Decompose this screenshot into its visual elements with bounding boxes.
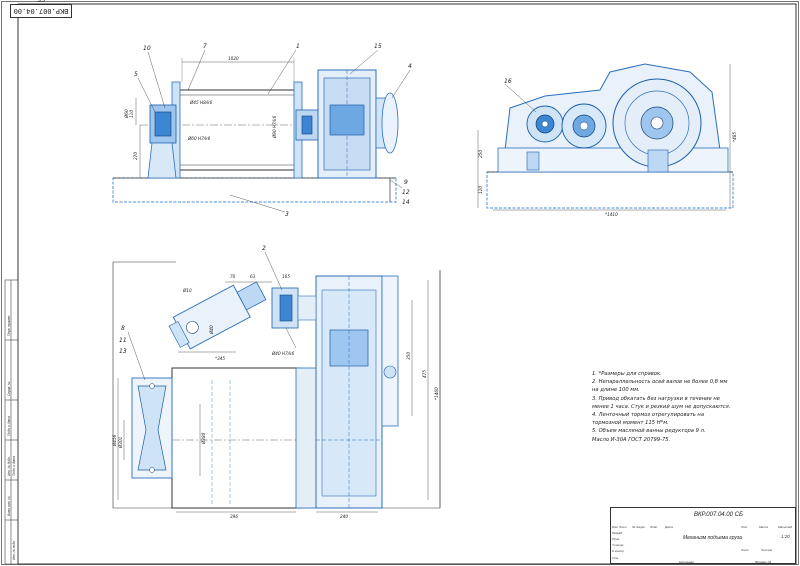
tb-row: № докум. — [632, 525, 646, 529]
title-block-copy: Копировал — [679, 560, 694, 564]
dim-fit-45: Ø45 H8/k6 — [189, 100, 213, 105]
brake-plan — [381, 275, 399, 427]
dim-fit-40: Ø40 H7/k6 — [271, 351, 295, 356]
dim-1460: *1460 — [434, 387, 439, 400]
side-view — [477, 63, 734, 211]
tb-row: Н.контр. — [612, 549, 625, 553]
title-block-sheets: Листов — [761, 548, 772, 552]
callout-9: 9 — [404, 179, 408, 186]
callout-5: 5 — [134, 71, 138, 78]
dim-fit-90: Ø90 H7/k6 — [272, 115, 277, 139]
side-strip-label: Справ. № — [7, 381, 11, 397]
dim-240: 240 — [340, 514, 348, 519]
dim-120: 120 — [478, 186, 483, 194]
motor-plan — [168, 281, 267, 350]
dim-70: 70 — [230, 274, 236, 279]
dim-350: 350 — [406, 352, 411, 360]
callout-14: 14 — [402, 199, 410, 206]
title-block-scale: 1:20 — [781, 534, 790, 539]
dim-o456: Ø456 — [112, 434, 117, 447]
tb-row: Дата — [665, 525, 673, 529]
dim-475: 475 — [422, 370, 427, 378]
tb-row: Лист — [619, 525, 627, 529]
note-line: Масло И-30А ГОСТ 20799-75. — [592, 436, 671, 443]
title-block-scale-label: Масштаб — [778, 525, 793, 529]
note-line: 5. Объем масляной ванны редуктора 9 л. — [592, 428, 706, 435]
note-line: на длине 100 мм. — [592, 387, 640, 394]
callout-13: 13 — [119, 348, 127, 355]
tb-row: Изм. — [612, 525, 619, 529]
corner-stamp: ВКР.007.04.00 СБ — [10, 0, 72, 18]
dim-396: 396 — [230, 514, 238, 519]
dim-345: *345 — [215, 356, 225, 361]
callout-10: 10 — [143, 45, 151, 52]
callout-4: 4 — [408, 63, 412, 70]
drawing-sheet: 10 7 1 15 4 5 16 9 12 14 3 2 8 11 13 102… — [1, 1, 799, 565]
title-block-sheet: Лист — [741, 548, 749, 552]
dim-63: 63 — [250, 274, 256, 279]
dim-1020: 1020 — [228, 56, 239, 61]
side-strip-label: Инв. № подл. — [12, 540, 16, 560]
side-strip-label: Инв. № дубл. — [7, 456, 11, 476]
dim-110: 110 — [129, 110, 134, 118]
note-line: 4. Ленточный тормоз отрегулировать на — [592, 412, 704, 419]
note-line: 2. Непараллельность осей валов не более … — [592, 379, 728, 386]
tb-row: Утв. — [612, 556, 619, 560]
side-strip-label: Подп. и дата — [12, 456, 16, 476]
title-block: ВКР.007.04.00 СБ Механизм подъема груза … — [610, 507, 796, 564]
dim-485: *485 — [732, 132, 737, 142]
side-strip-label: Взам. инв. № — [7, 496, 11, 516]
title-block-code: ВКР.007.04.00 СБ — [694, 512, 743, 518]
technical-requirements: 1. *Размеры для справок. 2. Непараллельн… — [592, 370, 782, 444]
side-strip-label: Перв. примен. — [7, 314, 11, 336]
dim-o60: Ø60 — [124, 109, 129, 119]
tb-row: Т.контр. — [612, 543, 625, 547]
callout-11: 11 — [119, 337, 127, 344]
callout-16: 16 — [504, 78, 512, 85]
title-block-format: Формат А1 — [755, 560, 772, 564]
dim-o301: Ø301 — [118, 436, 123, 449]
note-line: 1. *Размеры для справок. — [592, 371, 662, 377]
callout-7: 7 — [203, 43, 207, 50]
motor-flange — [381, 92, 399, 154]
dim-250: 250 — [478, 150, 483, 158]
side-strip-label: Подп. и дата — [7, 416, 11, 436]
dim-165: 165 — [282, 274, 290, 279]
base-plate — [112, 177, 397, 203]
title-block-name: Механизм подъема груза — [683, 535, 742, 541]
side-base — [486, 171, 734, 209]
dim-o380: Ø380 — [201, 432, 206, 445]
dim-1410: *1410 — [605, 212, 618, 217]
plan-view — [112, 251, 441, 513]
front-view — [112, 49, 411, 213]
dim-270: 270 — [133, 152, 138, 160]
callout-3: 3 — [285, 211, 289, 218]
tb-row: Разраб. — [612, 531, 623, 535]
drum-plan — [171, 367, 301, 509]
dim-o40: Ø40 — [209, 325, 214, 335]
tb-row: Пров. — [612, 537, 620, 541]
tb-row: Подп. — [650, 525, 658, 529]
callout-15: 15 — [374, 43, 382, 50]
callout-12: 12 — [402, 189, 410, 196]
dim-fit-60: Ø60 H7/k6 — [187, 136, 211, 141]
dim-o10: Ø10 — [182, 288, 192, 293]
note-line: тормозной момент 115 Н*м. — [592, 420, 669, 427]
stand-left — [147, 142, 177, 179]
callout-1: 1 — [296, 43, 300, 50]
note-line: менее 1 часа. Стук и резкий шум не допус… — [592, 403, 731, 410]
title-block-mass: Масса — [759, 525, 768, 529]
callout-2: 2 — [262, 245, 266, 252]
callout-8: 8 — [121, 325, 125, 332]
title-block-lit: Лит. — [741, 525, 749, 529]
note-line: 3. Привод обкатать без нагрузки в течени… — [592, 395, 720, 402]
